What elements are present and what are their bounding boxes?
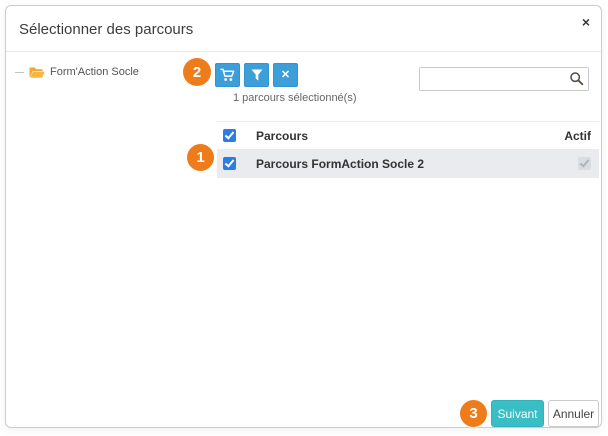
row-checkbox[interactable] — [223, 157, 236, 170]
next-button[interactable]: Suivant — [491, 400, 544, 427]
close-icon[interactable]: × — [582, 14, 590, 30]
annotation-badge-3: 3 — [460, 400, 487, 427]
cart-button[interactable] — [215, 63, 240, 87]
column-header-parcours: Parcours — [256, 129, 539, 143]
select-parcours-modal: Sélectionner des parcours × Form'Action … — [5, 5, 602, 428]
tree-item-label: Form'Action Socle — [50, 66, 139, 78]
search-box — [419, 67, 589, 91]
cart-icon — [220, 68, 235, 82]
filter-icon — [251, 69, 263, 81]
selection-count: 1 parcours sélectionné(s) — [233, 92, 357, 104]
modal-title: Sélectionner des parcours — [19, 21, 193, 38]
filter-button[interactable] — [244, 63, 269, 87]
column-header-actif: Actif — [539, 129, 599, 143]
annotation-badge-2: 2 — [183, 58, 211, 86]
annotation-badge-1: 1 — [187, 144, 214, 171]
tree-item-formaction-socle[interactable]: Form'Action Socle — [15, 64, 139, 80]
table-header-row: Parcours Actif — [217, 121, 599, 149]
cancel-button[interactable]: Annuler — [548, 400, 599, 427]
modal-header: Sélectionner des parcours × — [6, 6, 601, 52]
table-row[interactable]: Parcours FormAction Socle 2 — [217, 149, 599, 178]
parcours-table: Parcours Actif Parcours FormAction Socle… — [217, 121, 599, 178]
tree-connector — [15, 72, 24, 73]
search-input[interactable] — [419, 67, 589, 91]
search-icon — [569, 71, 584, 86]
row-parcours-label: Parcours FormAction Socle 2 — [256, 157, 539, 171]
folder-icon — [29, 66, 45, 79]
actif-checkbox — [578, 157, 591, 170]
select-all-checkbox[interactable] — [223, 129, 236, 142]
x-icon: ✕ — [281, 70, 290, 81]
clear-button[interactable]: ✕ — [273, 63, 298, 87]
